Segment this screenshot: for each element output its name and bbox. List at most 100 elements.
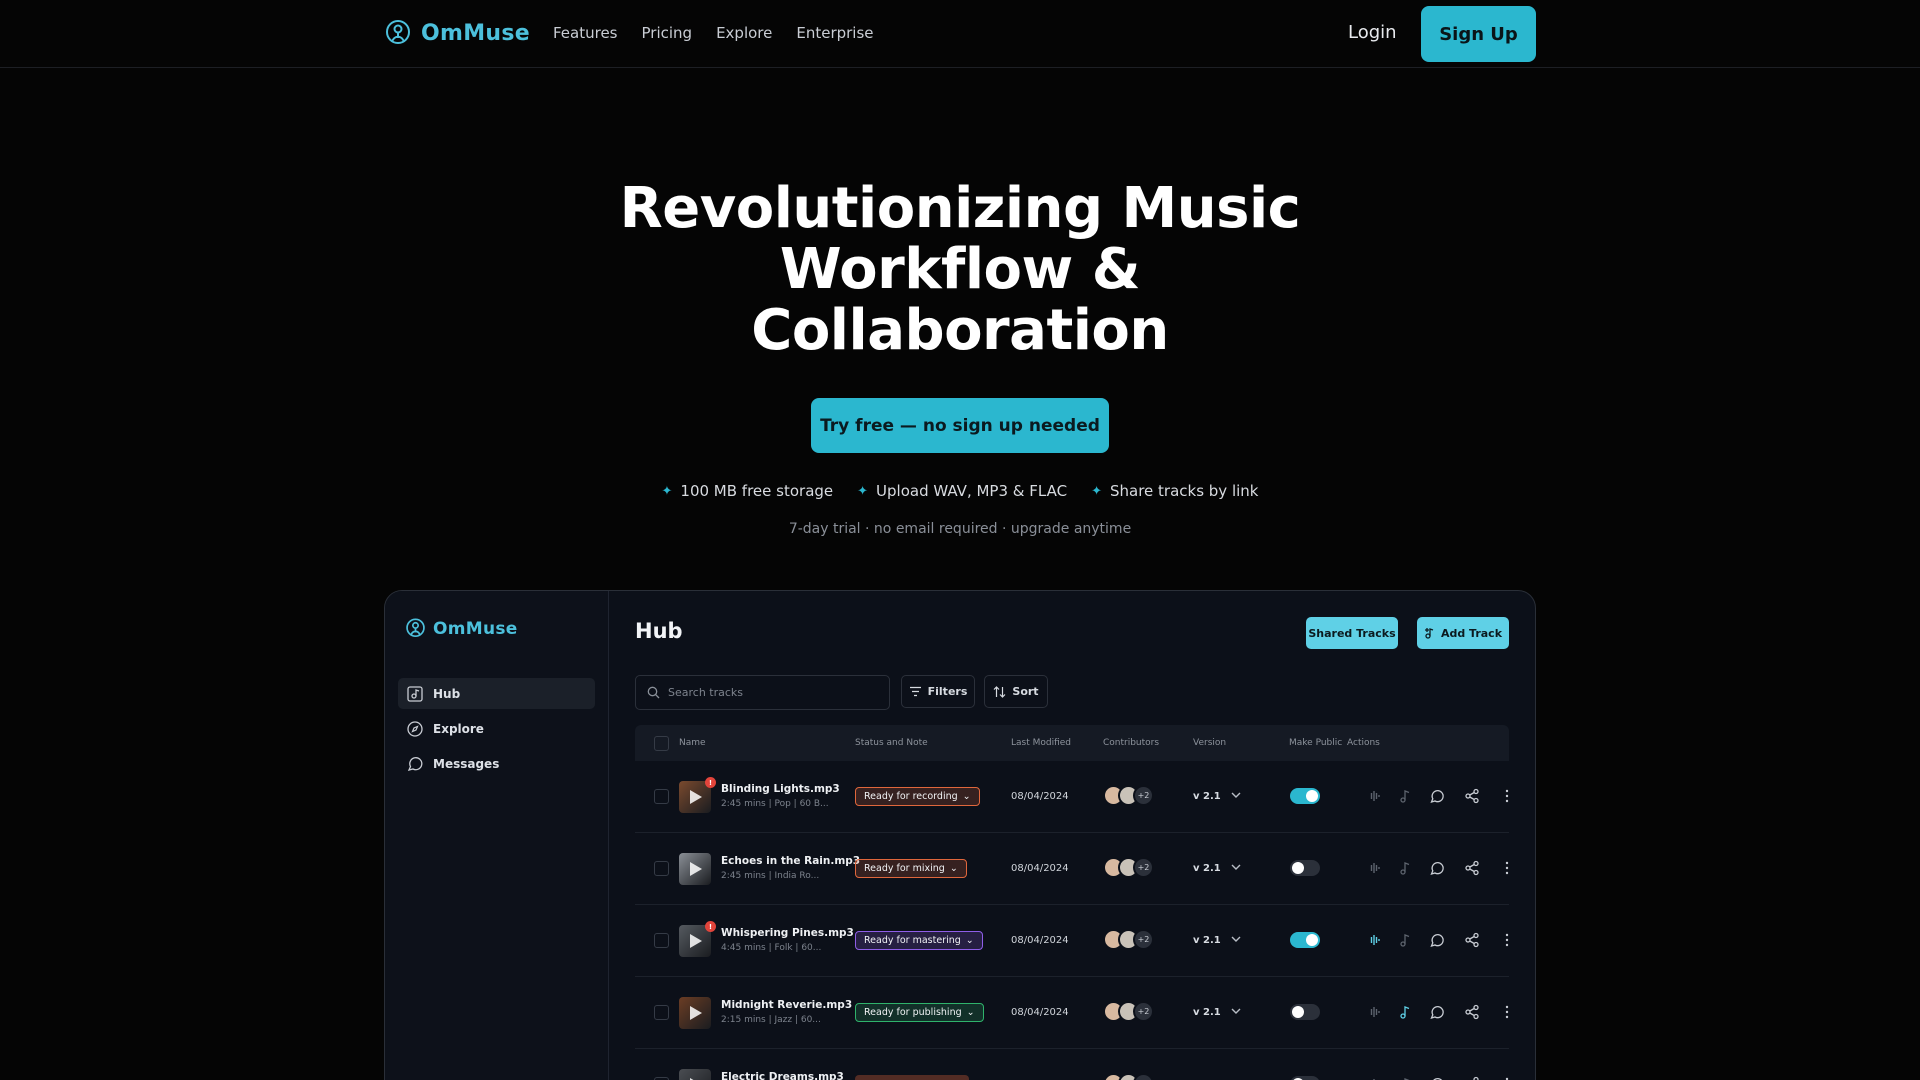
comment-icon[interactable] — [1429, 860, 1445, 876]
ommuse-logo-icon — [406, 618, 425, 638]
row-checkbox[interactable] — [654, 789, 669, 804]
table-row[interactable]: Electric Dreams.mp3 ⌄ — [635, 1049, 1509, 1080]
column-header: Status and Note — [855, 738, 928, 748]
music-note-icon[interactable] — [1397, 1004, 1413, 1020]
share-icon[interactable] — [1464, 860, 1480, 876]
music-note-icon[interactable] — [1397, 932, 1413, 948]
waveform-icon[interactable] — [1366, 860, 1382, 876]
share-icon[interactable] — [1464, 932, 1480, 948]
table-row[interactable]: ! Blinding Lights.mp3 2:45 mins | Pop | … — [635, 761, 1509, 833]
status-badge[interactable]: ⌄ — [855, 1075, 969, 1080]
search-icon — [647, 686, 660, 699]
feature-label: 100 MB free storage — [680, 482, 834, 500]
make-public-toggle[interactable] — [1290, 860, 1320, 876]
contributors[interactable]: +2 — [1103, 785, 1154, 806]
track-name: Whispering Pines.mp3 — [721, 927, 854, 939]
status-label: Ready for mixing — [864, 863, 945, 874]
contributors[interactable]: +2 — [1103, 857, 1154, 878]
version-dropdown-icon[interactable] — [1230, 933, 1242, 945]
column-header: Contributors — [1103, 738, 1160, 748]
table-row[interactable]: Echoes in the Rain.mp3 2:45 mins | India… — [635, 833, 1509, 905]
more-options-icon[interactable] — [1499, 860, 1515, 876]
try-free-button[interactable]: Try free — no sign up needed — [811, 398, 1109, 453]
more-options-icon[interactable] — [1499, 1004, 1515, 1020]
version-dropdown-icon[interactable] — [1230, 861, 1242, 873]
status-badge[interactable]: Ready for publishing ⌄ — [855, 1003, 984, 1022]
version-label: v 2.1 — [1193, 863, 1221, 874]
column-header: Version — [1193, 738, 1227, 748]
share-icon[interactable] — [1464, 788, 1480, 804]
feature-item: ✦ Share tracks by link — [1091, 482, 1258, 500]
column-header: Last Modified — [1011, 738, 1072, 748]
waveform-icon[interactable] — [1366, 788, 1382, 804]
share-icon[interactable] — [1464, 1004, 1480, 1020]
music-note-icon[interactable] — [1397, 788, 1413, 804]
sign-up-button[interactable]: Sign Up — [1421, 6, 1536, 62]
nav-link-explore[interactable]: Explore — [716, 24, 772, 42]
row-checkbox[interactable] — [654, 861, 669, 876]
chevron-down-icon: ⌄ — [949, 863, 958, 874]
filters-button[interactable]: Filters — [901, 675, 975, 708]
more-options-icon[interactable] — [1499, 1076, 1515, 1080]
contributors[interactable]: +2 — [1103, 929, 1154, 950]
top-navbar: OmMuse Features Pricing Explore Enterpri… — [0, 0, 1920, 68]
row-checkbox[interactable] — [654, 933, 669, 948]
search-input[interactable]: Search tracks — [635, 675, 890, 710]
comment-icon[interactable] — [1429, 788, 1445, 804]
track-thumbnail[interactable] — [679, 853, 711, 885]
make-public-toggle[interactable] — [1290, 788, 1320, 804]
waveform-icon[interactable] — [1366, 932, 1382, 948]
contributors[interactable]: +2 — [1103, 1001, 1154, 1022]
hero-title-line: Collaboration — [751, 298, 1169, 363]
sidebar-item-messages[interactable]: Messages — [398, 748, 595, 779]
waveform-icon[interactable] — [1366, 1076, 1382, 1080]
music-note-icon[interactable] — [1397, 860, 1413, 876]
status-label: Ready for recording — [864, 791, 958, 802]
comment-icon[interactable] — [1429, 932, 1445, 948]
more-options-icon[interactable] — [1499, 788, 1515, 804]
sidebar-item-explore[interactable]: Explore — [398, 713, 595, 744]
shared-tracks-button[interactable]: Shared Tracks — [1306, 617, 1398, 649]
comment-icon[interactable] — [1429, 1004, 1445, 1020]
app-brand-logo[interactable]: OmMuse — [404, 617, 518, 640]
share-icon[interactable] — [1464, 1076, 1480, 1080]
contributors[interactable] — [1103, 1073, 1154, 1080]
version-label: v 2.1 — [1193, 1007, 1221, 1018]
nav-link-pricing[interactable]: Pricing — [642, 24, 693, 42]
make-public-toggle[interactable] — [1290, 1004, 1320, 1020]
table-row[interactable]: ! Whispering Pines.mp3 4:45 mins | Folk … — [635, 905, 1509, 977]
track-thumbnail[interactable] — [679, 997, 711, 1029]
status-badge[interactable]: Ready for mastering ⌄ — [855, 931, 983, 950]
make-public-toggle[interactable] — [1290, 1076, 1320, 1080]
comment-icon[interactable] — [1429, 1076, 1445, 1080]
version-dropdown-icon[interactable] — [1230, 789, 1242, 801]
login-link[interactable]: Login — [1348, 22, 1397, 43]
sort-button[interactable]: Sort — [984, 675, 1048, 708]
more-options-icon[interactable] — [1499, 932, 1515, 948]
chevron-down-icon: ⌄ — [962, 791, 971, 802]
add-track-button[interactable]: Add Track — [1417, 617, 1509, 649]
make-public-toggle[interactable] — [1290, 932, 1320, 948]
table-row[interactable]: Midnight Reverie.mp3 2:15 mins | Jazz | … — [635, 977, 1509, 1049]
feature-list: ✦ 100 MB free storage ✦ Upload WAV, MP3 & … — [0, 482, 1920, 500]
select-all-checkbox[interactable] — [654, 736, 669, 751]
status-badge[interactable]: Ready for mixing ⌄ — [855, 859, 967, 878]
track-name: Midnight Reverie.mp3 — [721, 999, 853, 1011]
row-checkbox[interactable] — [654, 1005, 669, 1020]
nav-link-enterprise[interactable]: Enterprise — [796, 24, 873, 42]
track-thumbnail[interactable] — [679, 1069, 711, 1080]
sort-label: Sort — [1012, 685, 1039, 698]
notification-badge: ! — [705, 921, 716, 932]
hero-title-line: Workflow & — [779, 237, 1141, 302]
feature-item: ✦ Upload WAV, MP3 & FLAC — [857, 482, 1067, 500]
waveform-icon[interactable] — [1366, 1004, 1382, 1020]
brand-logo[interactable]: OmMuse — [383, 18, 530, 48]
sidebar-item-label: Messages — [433, 756, 500, 771]
more-contributors-count: +2 — [1133, 857, 1154, 878]
nav-link-features[interactable]: Features — [553, 24, 618, 42]
status-label: Ready for publishing — [864, 1007, 962, 1018]
music-note-icon[interactable] — [1397, 1076, 1413, 1080]
status-badge[interactable]: Ready for recording ⌄ — [855, 787, 980, 806]
version-dropdown-icon[interactable] — [1230, 1005, 1242, 1017]
sidebar-item-hub[interactable]: Hub — [398, 678, 595, 709]
